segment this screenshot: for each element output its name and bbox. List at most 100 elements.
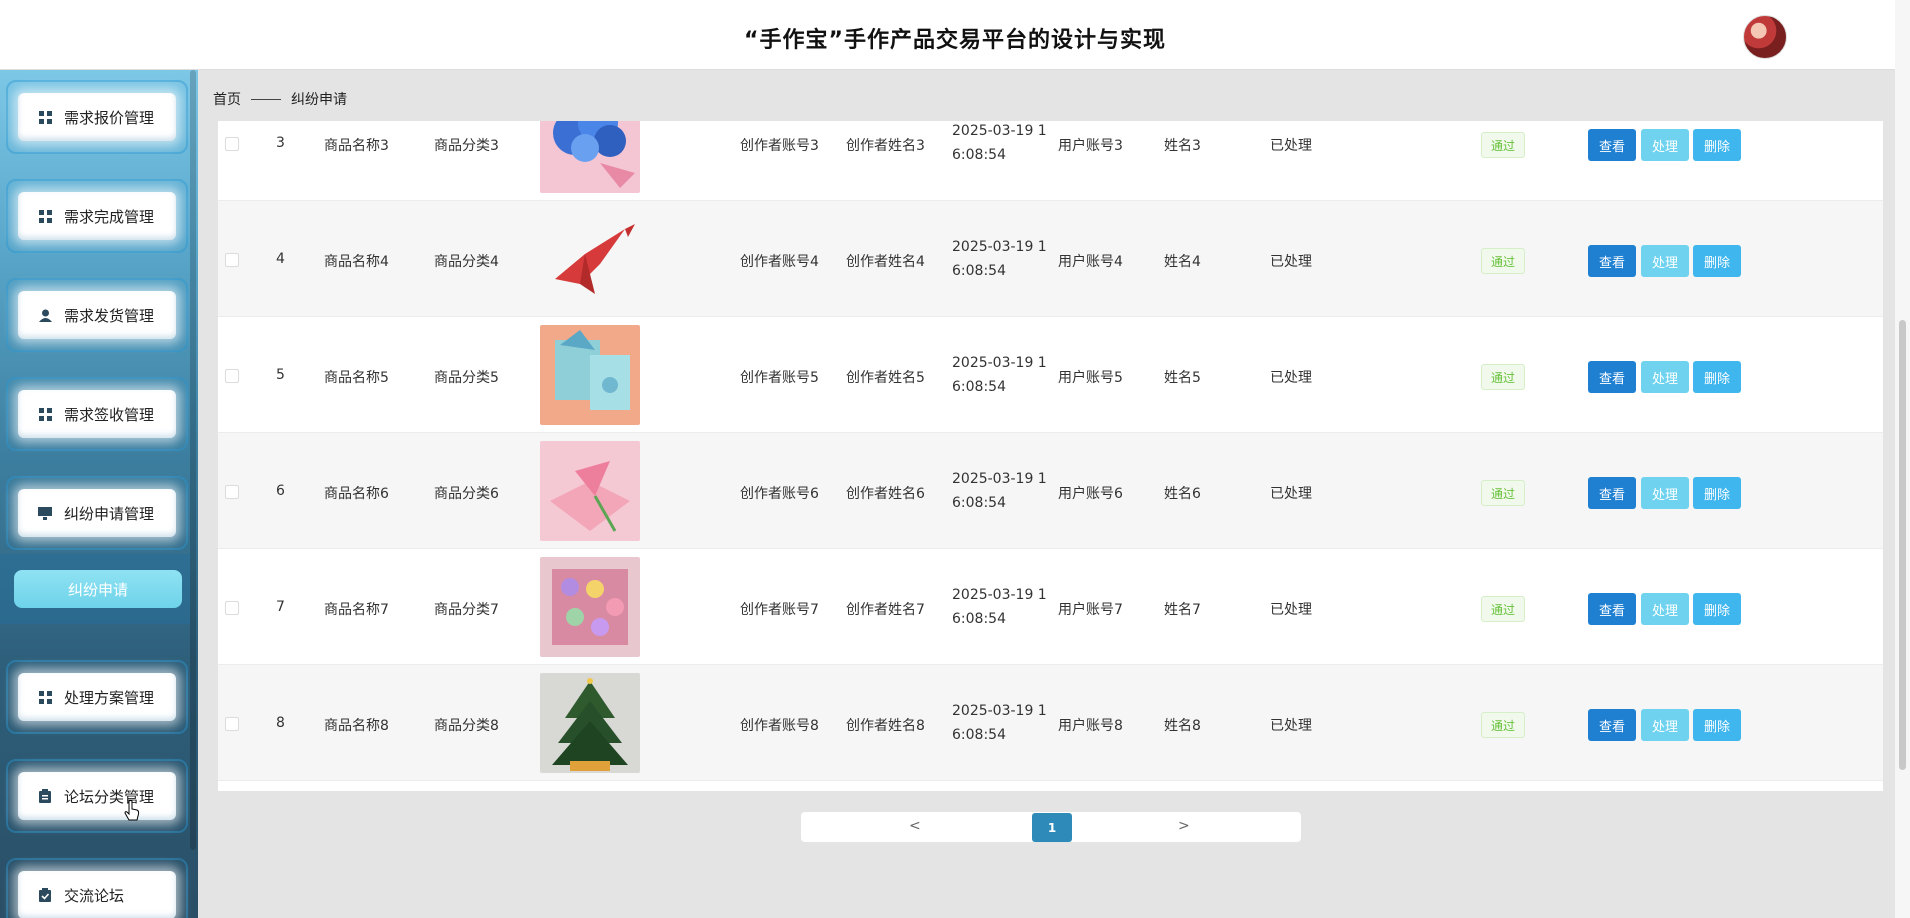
process-button[interactable]: 处理	[1641, 361, 1689, 393]
breadcrumb-home[interactable]: 首页	[213, 89, 241, 109]
view-button[interactable]: 查看	[1588, 129, 1636, 161]
cell-creator-name: 创作者姓名7	[846, 602, 925, 618]
cell-creator-account: 创作者账号8	[740, 718, 819, 734]
row-checkbox[interactable]	[225, 137, 239, 151]
product-image	[540, 209, 640, 309]
cell-user-account: 用户账号8	[1058, 718, 1123, 734]
cell-name: 商品名称5	[324, 370, 389, 386]
cell-time-line1: 2025-03-19 1	[952, 239, 1047, 255]
product-image	[540, 121, 640, 193]
process-button[interactable]: 处理	[1641, 593, 1689, 625]
product-image	[540, 325, 640, 425]
cell-index: 3	[276, 135, 285, 151]
sidebar-item-complete[interactable]: 需求完成管理	[18, 192, 176, 240]
scrollbar-thumb[interactable]	[1899, 320, 1906, 770]
cell-creator-name: 创作者姓名8	[846, 718, 925, 734]
sidebar-item-receipt[interactable]: 需求签收管理	[18, 390, 176, 438]
cell-status: 已处理	[1270, 718, 1312, 734]
process-button[interactable]: 处理	[1641, 245, 1689, 277]
sidebar-item-solution[interactable]: 处理方案管理	[18, 673, 176, 721]
cell-user-name: 姓名7	[1164, 602, 1201, 618]
row-checkbox[interactable]	[225, 253, 239, 267]
cell-time-line1: 2025-03-19 1	[952, 355, 1047, 371]
page-scrollbar[interactable]	[1895, 0, 1910, 918]
review-badge: 通过	[1481, 712, 1525, 738]
review-badge: 通过	[1481, 248, 1525, 274]
row-checkbox[interactable]	[225, 601, 239, 615]
table-row: 3 商品名称3 商品分类3 创作者账号3 创作者姓名3 2025-03-19 1…	[218, 121, 1883, 201]
product-image	[540, 441, 640, 541]
cell-name: 商品名称3	[324, 138, 389, 154]
cell-time-line2: 6:08:54	[952, 147, 1006, 163]
next-page-button[interactable]: >	[1178, 818, 1190, 834]
view-button[interactable]: 查看	[1588, 593, 1636, 625]
view-button[interactable]: 查看	[1588, 477, 1636, 509]
row-checkbox[interactable]	[225, 485, 239, 499]
cell-creator-name: 创作者姓名5	[846, 370, 925, 386]
sidebar-item-shipping[interactable]: 需求发货管理	[18, 291, 176, 339]
cell-creator-account: 创作者账号5	[740, 370, 819, 386]
cell-time-line2: 6:08:54	[952, 611, 1006, 627]
page-number-current[interactable]: 1	[1032, 813, 1072, 842]
cell-status: 已处理	[1270, 254, 1312, 270]
cell-user-name: 姓名8	[1164, 718, 1201, 734]
cell-category: 商品分类3	[434, 138, 499, 154]
view-button[interactable]: 查看	[1588, 709, 1636, 741]
table-row: 5 商品名称5 商品分类5 创作者账号5 创作者姓名5 2025-03-19 1…	[218, 317, 1883, 433]
cell-index: 5	[276, 367, 285, 383]
cell-user-account: 用户账号3	[1058, 138, 1123, 154]
grid-icon	[38, 110, 52, 124]
cell-category: 商品分类7	[434, 602, 499, 618]
cell-name: 商品名称7	[324, 602, 389, 618]
dispute-table: 3 商品名称3 商品分类3 创作者账号3 创作者姓名3 2025-03-19 1…	[218, 121, 1883, 791]
table-row: 6 商品名称6 商品分类6 创作者账号6 创作者姓名6 2025-03-19 1…	[218, 433, 1883, 549]
cell-category: 商品分类6	[434, 486, 499, 502]
delete-button[interactable]: 删除	[1693, 709, 1741, 741]
row-checkbox[interactable]	[225, 369, 239, 383]
cell-user-name: 姓名6	[1164, 486, 1201, 502]
delete-button[interactable]: 删除	[1693, 245, 1741, 277]
sidebar-item-forum[interactable]: 交流论坛	[18, 871, 176, 918]
cell-status: 已处理	[1270, 370, 1312, 386]
cell-time-line2: 6:08:54	[952, 263, 1006, 279]
view-button[interactable]: 查看	[1588, 361, 1636, 393]
cell-creator-account: 创作者账号4	[740, 254, 819, 270]
sidebar-scrollbar[interactable]	[190, 70, 196, 850]
sidebar-subitem-dispute-apply[interactable]: 纠纷申请	[14, 570, 182, 608]
process-button[interactable]: 处理	[1641, 709, 1689, 741]
sidebar-item-dispute[interactable]: 纠纷申请管理	[18, 489, 176, 537]
cell-category: 商品分类5	[434, 370, 499, 386]
cell-index: 8	[276, 715, 285, 731]
cell-time-line2: 6:08:54	[952, 379, 1006, 395]
cell-time-line1: 2025-03-19 1	[952, 123, 1047, 139]
row-checkbox[interactable]	[225, 717, 239, 731]
review-badge: 通过	[1481, 364, 1525, 390]
user-avatar[interactable]	[1743, 15, 1787, 59]
cell-time-line1: 2025-03-19 1	[952, 703, 1047, 719]
delete-button[interactable]: 删除	[1693, 477, 1741, 509]
cell-user-account: 用户账号6	[1058, 486, 1123, 502]
prev-page-button[interactable]: <	[909, 818, 921, 834]
sidebar-item-quote[interactable]: 需求报价管理	[18, 93, 176, 141]
cell-creator-account: 创作者账号7	[740, 602, 819, 618]
breadcrumb-current: 纠纷申请	[291, 92, 347, 108]
clipboard-check-icon	[38, 888, 52, 902]
cell-index: 4	[276, 251, 285, 267]
review-badge: 通过	[1481, 132, 1525, 158]
cell-index: 7	[276, 599, 285, 615]
cell-status: 已处理	[1270, 138, 1312, 154]
cell-status: 已处理	[1270, 602, 1312, 618]
grid-icon	[38, 690, 52, 704]
process-button[interactable]: 处理	[1641, 129, 1689, 161]
sidebar-item-forum-category[interactable]: 论坛分类管理	[18, 772, 176, 820]
view-button[interactable]: 查看	[1588, 245, 1636, 277]
cell-user-name: 姓名3	[1164, 138, 1201, 154]
clipboard-icon	[38, 789, 52, 803]
delete-button[interactable]: 删除	[1693, 593, 1741, 625]
cell-time-line1: 2025-03-19 1	[952, 587, 1047, 603]
delete-button[interactable]: 删除	[1693, 129, 1741, 161]
cell-user-account: 用户账号7	[1058, 602, 1123, 618]
delete-button[interactable]: 删除	[1693, 361, 1741, 393]
sidebar-item-label: 需求完成管理	[64, 207, 155, 226]
process-button[interactable]: 处理	[1641, 477, 1689, 509]
